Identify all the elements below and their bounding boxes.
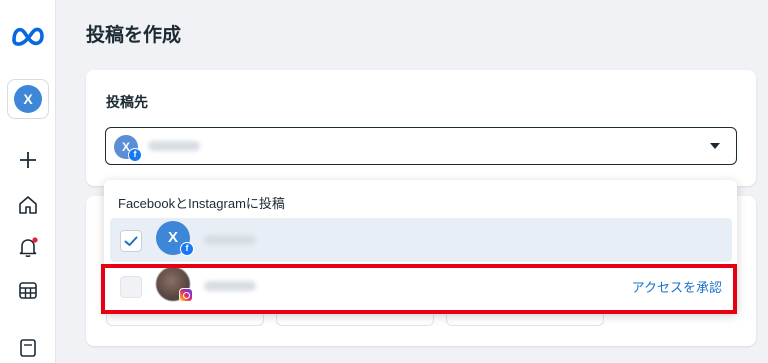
post-destination-select[interactable]: X f xyxy=(105,127,737,165)
instagram-account-name-redacted xyxy=(204,281,256,291)
account-checkbox-disabled[interactable] xyxy=(120,276,142,298)
plus-icon[interactable] xyxy=(16,148,40,172)
facebook-badge-icon: f xyxy=(180,242,194,256)
ghost-tab xyxy=(106,312,264,326)
checkmark-icon xyxy=(124,236,138,246)
account-checkbox-checked[interactable] xyxy=(120,230,142,252)
ghost-tab xyxy=(276,312,434,326)
selected-account-name-redacted xyxy=(148,141,200,151)
page-title: 投稿を作成 xyxy=(86,25,182,46)
chevron-down-icon[interactable] xyxy=(710,143,720,149)
left-nav-rail: X xyxy=(0,0,56,363)
facebook-account-name-redacted xyxy=(204,235,256,245)
account-option-facebook[interactable]: X f xyxy=(110,218,732,262)
instagram-badge-icon xyxy=(179,288,193,302)
approve-access-link[interactable]: アクセスを承認 xyxy=(632,277,722,296)
home-icon[interactable] xyxy=(16,193,40,217)
meta-logo-icon[interactable] xyxy=(10,22,46,50)
dropdown-heading: FacebookとInstagramに投稿 xyxy=(118,196,285,211)
bell-icon[interactable] xyxy=(16,235,40,259)
account-option-instagram[interactable]: アクセスを承認 xyxy=(110,264,732,308)
calendar-icon[interactable] xyxy=(16,278,40,302)
post-destination-label: 投稿先 xyxy=(106,94,148,110)
ghost-tab xyxy=(446,312,604,326)
list-icon[interactable] xyxy=(16,336,40,360)
facebook-badge-icon: f xyxy=(128,148,142,162)
post-destination-card: 投稿先 X f xyxy=(86,70,756,186)
post-destination-dropdown: FacebookとInstagramに投稿 X f アクセスを承認 xyxy=(104,180,737,314)
account-switcher-button[interactable]: X xyxy=(7,79,49,119)
account-avatar: X xyxy=(14,85,42,113)
